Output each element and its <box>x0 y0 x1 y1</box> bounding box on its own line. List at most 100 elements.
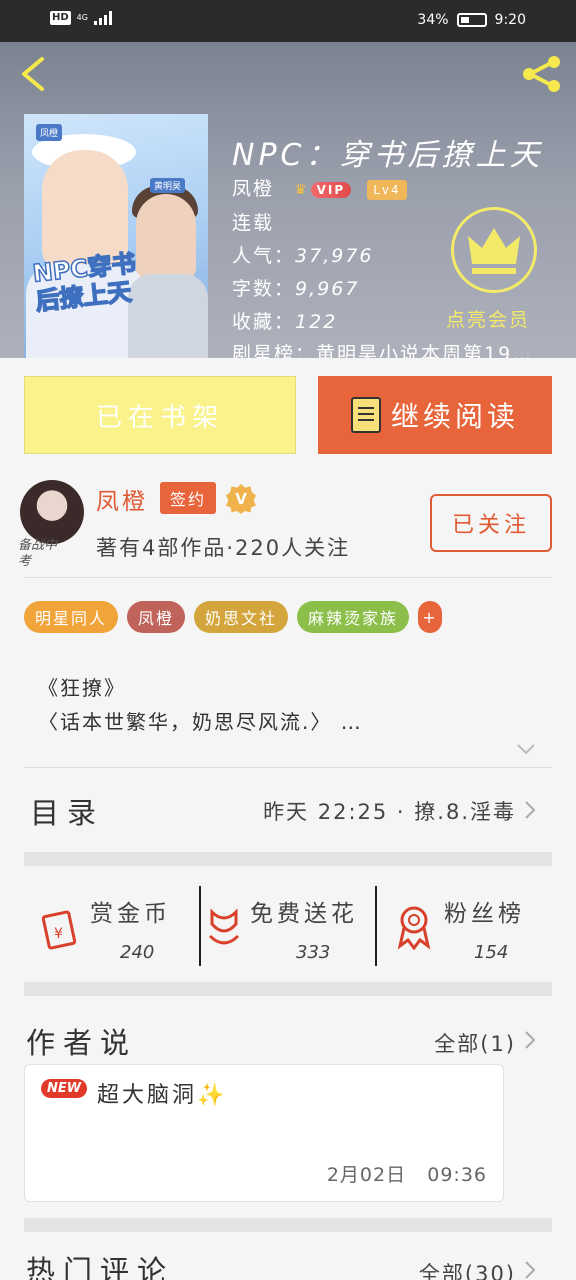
signed-badge: 签约 <box>160 482 217 514</box>
popularity-value: 37,976 <box>295 245 374 267</box>
intro-line-1: 《狂撩》 <box>38 676 126 700</box>
cover-tag: 凤橙 <box>36 124 63 141</box>
signal-icon <box>93 11 112 25</box>
section-separator <box>24 1218 552 1232</box>
hd-icon: HD <box>50 11 71 25</box>
words-row: 字数：9,967 <box>232 274 359 301</box>
avatar-caption-line-1: 备战中 <box>18 538 58 553</box>
member-crown-icon <box>451 207 537 293</box>
tag-item[interactable]: 麻辣烫家族 <box>297 601 410 633</box>
stat-divider <box>199 886 201 966</box>
status-bar: HD 4G 34% 9:20 <box>0 0 576 42</box>
author-says-time: 09:36 <box>427 1164 487 1186</box>
continue-reading-button[interactable]: 继续阅读 <box>318 376 552 454</box>
crown-icon: ♛ <box>294 181 309 198</box>
fans-value: 154 <box>474 942 509 963</box>
battery-percent: 34% <box>417 12 449 28</box>
author-name[interactable]: 凤橙 <box>96 482 148 516</box>
author-says-day: 2月02日 <box>326 1164 407 1186</box>
author-says-text: 超大脑洞✨ <box>97 1077 227 1109</box>
status-right: 34% 9:20 <box>417 12 526 28</box>
divider <box>24 577 552 578</box>
author-says-all-link[interactable]: 全部(1) <box>434 1028 516 1058</box>
verified-badge-icon: V <box>226 484 256 514</box>
toc-label: 目录 <box>30 796 105 830</box>
level-badge: Lv4 <box>367 179 407 200</box>
stat-divider <box>375 886 377 966</box>
clock: 9:20 <box>494 12 526 28</box>
fans-ranking-stat[interactable]: 粉丝榜 154 <box>378 864 552 982</box>
tag-item[interactable]: 明星同人 <box>24 601 119 633</box>
book-status: 连载 <box>232 212 275 234</box>
hot-comments-heading: 热门评论 <box>26 1254 175 1280</box>
interaction-stats: ¥ 赏金币 240 免费送花 333 粉丝榜 154 <box>24 864 552 982</box>
popularity-label: 人气： <box>232 245 296 267</box>
author-section: 备战中 考 凤橙 签约 V 著有4部作品·220人关注 已关注 <box>0 478 576 578</box>
member-button[interactable]: 点亮会员 <box>446 207 542 337</box>
medal-icon <box>397 906 431 950</box>
chevron-right-icon[interactable] <box>524 1260 536 1280</box>
cover-title: NPC穿书后撩上天 <box>31 248 138 316</box>
book-header: 凤橙 黄明昊 NPC穿书后撩上天 NPC：穿书后撩上天 凤橙 ♛ VIP Lv4… <box>0 42 576 365</box>
book-author[interactable]: 凤橙 <box>232 178 274 200</box>
flowers-label: 免费送花 <box>250 901 358 927</box>
intro-line-2: 〈话本世繁华，奶思尽风流.〉 … <box>38 710 363 734</box>
vip-label: VIP <box>310 181 352 198</box>
coins-value: 240 <box>120 942 155 963</box>
favorites-row: 收藏：122 <box>232 307 337 334</box>
chevron-down-icon[interactable] <box>516 742 536 756</box>
tag-item[interactable]: 奶思文社 <box>194 601 289 633</box>
red-envelope-icon: ¥ <box>41 910 77 950</box>
follow-button[interactable]: 已关注 <box>430 494 552 552</box>
chevron-right-icon[interactable] <box>524 1030 536 1050</box>
flower-icon <box>208 908 240 945</box>
flowers-value: 333 <box>296 942 331 963</box>
cover-figure-2 <box>136 194 196 280</box>
author-says-date: 2月02日 09:36 <box>327 1160 487 1187</box>
on-shelf-button[interactable]: 已在书架 <box>24 376 296 454</box>
status-left: HD 4G <box>50 11 112 25</box>
avatar[interactable] <box>20 480 84 544</box>
popularity-row: 人气：37,976 <box>232 241 374 268</box>
words-value: 9,967 <box>295 278 360 300</box>
coins-stat[interactable]: ¥ 赏金币 240 <box>24 864 200 982</box>
words-label: 字数： <box>232 278 296 300</box>
coins-label: 赏金币 <box>90 901 171 927</box>
hot-comments-all-link[interactable]: 全部(30) <box>419 1258 516 1280</box>
latest-chapter: 昨天 22:25 · 撩.8.淫毒 <box>263 800 516 824</box>
favorites-value: 122 <box>295 311 338 333</box>
author-stats: 著有4部作品·220人关注 <box>96 536 351 560</box>
book-detail-page: HD 4G 34% 9:20 凤橙 黄明昊 NPC穿书后撩上天 NPC：穿书后撩… <box>0 0 576 1280</box>
avatar-caption: 备战中 考 <box>18 538 57 570</box>
back-arrow-icon[interactable] <box>18 56 48 92</box>
network-type: 4G <box>76 13 88 22</box>
author-says-heading: 作者说 <box>26 1026 138 1060</box>
sparkle-icon: ✨ <box>197 1083 228 1108</box>
book-title: NPC：穿书后撩上天 <box>232 138 544 173</box>
tag-item[interactable]: 凤橙 <box>127 601 186 633</box>
continue-reading-label: 继续阅读 <box>390 400 519 433</box>
author-line: 凤橙 ♛ VIP Lv4 <box>232 174 407 201</box>
author-says-card[interactable]: NEW 超大脑洞✨ 2月02日 09:36 <box>24 1064 504 1202</box>
share-icon[interactable] <box>520 54 564 94</box>
new-badge: NEW <box>41 1079 88 1098</box>
fans-label: 粉丝榜 <box>444 901 525 927</box>
book-icon <box>350 397 381 433</box>
tag-list: 明星同人 凤橙 奶思文社 麻辣烫家族 + <box>24 601 443 633</box>
svg-text:¥: ¥ <box>54 926 63 942</box>
flowers-stat[interactable]: 免费送花 333 <box>202 864 376 982</box>
avatar-caption-line-2: 考 <box>18 554 32 569</box>
member-label: 点亮会员 <box>446 309 531 331</box>
author-says-message: 超大脑洞 <box>97 1083 198 1108</box>
book-cover[interactable]: 凤橙 黄明昊 NPC穿书后撩上天 <box>24 114 208 360</box>
cover-name-tag: 黄明昊 <box>150 178 186 193</box>
battery-icon <box>456 13 487 27</box>
book-detail-body: 已在书架 继续阅读 备战中 考 凤橙 签约 V 著有4部作品·220人关注 已关… <box>0 358 576 1280</box>
chevron-right-icon <box>525 801 536 819</box>
favorites-label: 收藏： <box>232 311 296 333</box>
table-of-contents-row[interactable]: 目录 昨天 22:25 · 撩.8.淫毒 <box>0 768 576 850</box>
section-separator <box>24 982 552 996</box>
add-tag-button[interactable]: + <box>418 601 443 633</box>
crown-icon <box>468 228 520 274</box>
vip-badge: ♛ VIP <box>294 181 352 198</box>
